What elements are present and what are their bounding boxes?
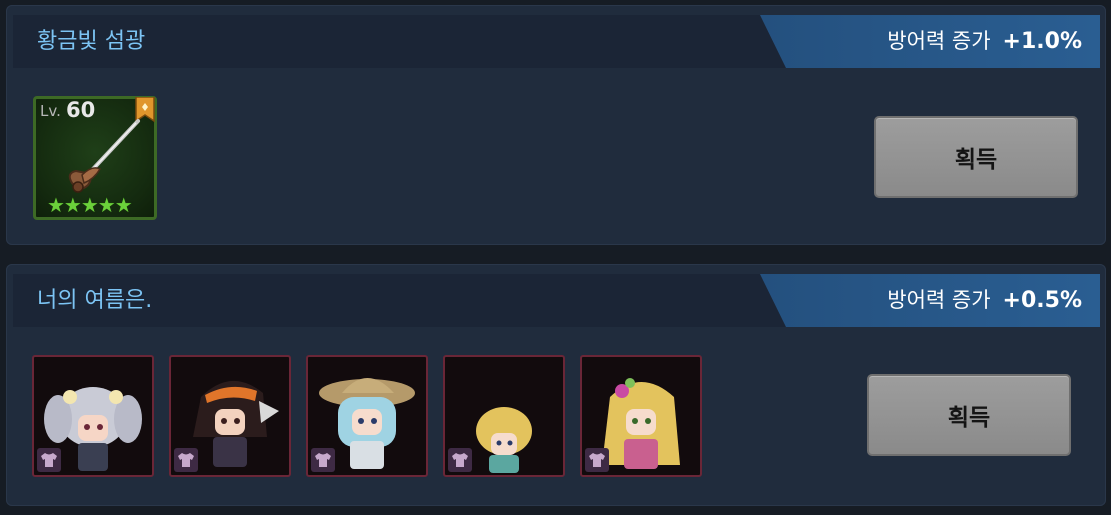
stat-name: 방어력 증가 xyxy=(887,29,991,53)
sword-icon xyxy=(68,119,140,193)
costume-slot[interactable] xyxy=(32,355,154,477)
collection-title: 황금빛 섬광 xyxy=(37,29,146,54)
costume-slot[interactable] xyxy=(306,355,428,477)
panel-header: 황금빛 섬광 방어력 증가 +1.0% xyxy=(13,15,1100,68)
costume-slot[interactable] xyxy=(169,355,291,477)
shirt-icon xyxy=(311,448,335,472)
costume-slot[interactable] xyxy=(443,355,565,477)
panel-header: 너의 여름은. 방어력 증가 +0.5% xyxy=(13,274,1100,327)
acquire-button[interactable]: 획득 xyxy=(867,374,1071,456)
weapon-item-slot[interactable]: Lv. 60 ★★★★★ xyxy=(33,96,157,220)
acquire-button[interactable]: 획득 xyxy=(874,116,1078,198)
shirt-icon xyxy=(37,448,61,472)
stat-value: +1.0% xyxy=(1002,29,1082,54)
star-rating: ★★★★★ xyxy=(47,193,133,217)
collection-title: 너의 여름은. xyxy=(37,288,153,313)
stat-value: +0.5% xyxy=(1002,288,1082,313)
shirt-icon xyxy=(448,448,472,472)
shirt-icon xyxy=(585,448,609,472)
stat-bonus-banner: 방어력 증가 +0.5% xyxy=(760,274,1100,327)
stat-bonus-banner: 방어력 증가 +1.0% xyxy=(760,15,1100,68)
shirt-icon xyxy=(174,448,198,472)
collection-panel-golden-flash: 황금빛 섬광 방어력 증가 +1.0% Lv. 60 ★★★★★ 획득 xyxy=(6,5,1106,245)
stat-name: 방어력 증가 xyxy=(887,288,991,312)
costume-slot[interactable] xyxy=(580,355,702,477)
collection-panel-your-summer: 너의 여름은. 방어력 증가 +0.5% 획득 xyxy=(6,264,1106,506)
